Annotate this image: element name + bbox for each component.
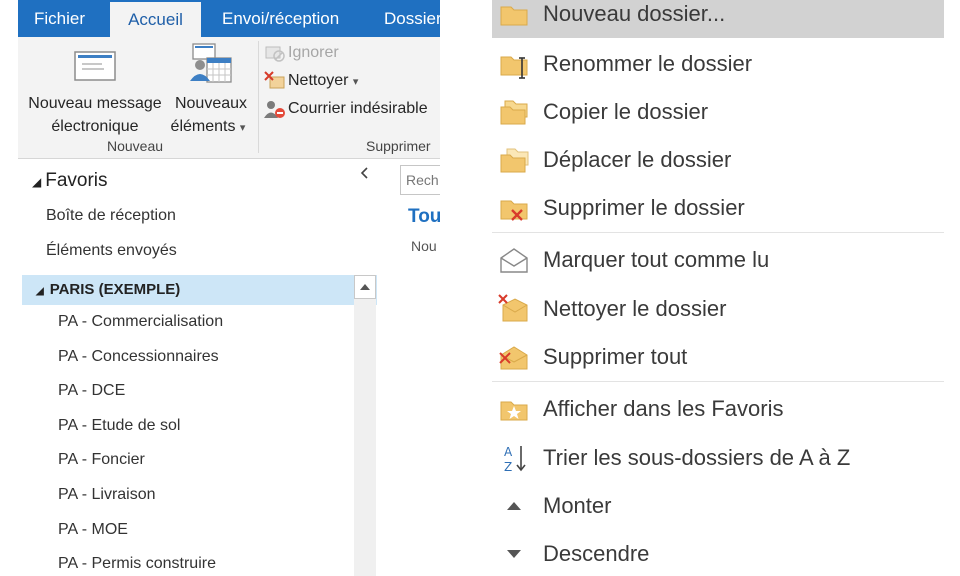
group-label-supprimer: Supprimer: [366, 138, 431, 154]
menu-item-label: Copier le dossier: [543, 99, 709, 124]
menu-item-copy-folder[interactable]: Copier le dossier: [492, 88, 944, 136]
favorites-icon: [500, 401, 528, 421]
message-list-pane: Rech Tou Nou: [382, 160, 440, 576]
delete-folder-icon: [500, 200, 528, 221]
sort-az-icon: A Z: [504, 445, 526, 474]
favorites-label: Favoris: [45, 170, 108, 191]
account-label: ◢ PARIS (EXEMPLE): [36, 275, 180, 307]
clean-folder-icon: [498, 294, 528, 322]
menu-item-clean-folder[interactable]: Nettoyer le dossier: [492, 285, 944, 333]
new-email-button[interactable]: Nouveau message électronique: [20, 41, 170, 137]
copy-folder-icon: [500, 100, 528, 125]
menu-item-label: Trier les sous-dossiers de A à Z: [543, 445, 851, 470]
ribbon-tab-bar: Fichier Accueil Envoi/réception Dossier: [18, 0, 440, 37]
menu-item-show-in-favorites[interactable]: Afficher dans les Favoris: [492, 385, 944, 433]
menu-item-new-folder[interactable]: Nouveau dossier...: [492, 0, 944, 38]
menu-item-label: Supprimer tout: [543, 344, 688, 369]
clean-icon: [264, 71, 285, 89]
menu-item-label: Nouveau dossier...: [543, 1, 726, 26]
account-row-selected[interactable]: ◢ PARIS (EXEMPLE): [22, 275, 377, 305]
favorites-header[interactable]: ◢ Favoris: [32, 170, 108, 192]
new-items-label-line2-wrap: éléments ▾: [168, 115, 248, 140]
folder-item[interactable]: PA - MOE: [58, 521, 128, 539]
triangle-down-icon: ◢: [32, 175, 42, 189]
scroll-up-button[interactable]: [354, 275, 376, 299]
folder-item[interactable]: PA - Foncier: [58, 451, 145, 469]
junk-mail-label: Courrier indésirable: [288, 100, 428, 117]
ignore-icon: [265, 46, 285, 62]
folder-item[interactable]: PA - Livraison: [58, 486, 156, 504]
menu-item-delete-all[interactable]: Supprimer tout: [492, 333, 944, 381]
triangle-down-icon: ◢: [36, 286, 44, 297]
menu-item-mark-all-read[interactable]: Marquer tout comme lu: [492, 236, 944, 284]
folder-pane: ◢ Favoris Boîte de réception Éléments env…: [18, 160, 382, 576]
account-name: PARIS (EXEMPLE): [49, 281, 181, 298]
folder-scrollbar[interactable]: [354, 275, 376, 576]
tab-fichier[interactable]: Fichier: [34, 0, 85, 37]
menu-item-label: Renommer le dossier: [543, 51, 753, 76]
ribbon-group-separator: [258, 41, 259, 153]
clean-label: Nettoyer ▾: [288, 69, 358, 94]
mark-read-icon: [500, 248, 528, 273]
menu-item-delete-folder[interactable]: Supprimer le dossier: [492, 184, 944, 232]
new-items-label-line1: Nouveaux: [174, 95, 248, 112]
new-items-label-line2: éléments: [170, 118, 236, 135]
new-items-button[interactable]: Nouveaux éléments ▾: [168, 41, 254, 137]
menu-item-label: Afficher dans les Favoris: [543, 396, 784, 421]
group-label-nouveau: Nouveau: [107, 138, 164, 154]
folder-sent[interactable]: Éléments envoyés: [46, 242, 177, 260]
menu-item-move-folder[interactable]: Déplacer le dossier: [492, 136, 944, 184]
folder-item[interactable]: PA - Etude de sol: [58, 417, 180, 435]
menu-item-label: Nettoyer le dossier: [543, 296, 727, 321]
screenshot-root: Fichier Accueil Envoi/réception Dossier …: [0, 0, 960, 576]
menu-separator: [492, 232, 944, 233]
menu-item-move-up[interactable]: Monter: [492, 482, 944, 530]
ribbon: Nouveau message électronique Nouveaux él…: [18, 37, 440, 159]
menu-item-label: Déplacer le dossier: [543, 147, 732, 172]
menu-item-label: Descendre: [543, 541, 650, 566]
svg-text:Z: Z: [504, 460, 512, 474]
ignore-label: Ignorer: [288, 44, 339, 61]
menu-item-label: Marquer tout comme lu: [543, 247, 770, 272]
delete-all-icon: [499, 346, 528, 370]
filter-all-tab[interactable]: Tou: [408, 206, 440, 228]
move-down-icon: [507, 550, 521, 558]
folder-item[interactable]: PA - DCE: [58, 382, 125, 400]
outlook-window: Fichier Accueil Envoi/réception Dossier …: [18, 0, 440, 576]
new-folder-icon: [500, 6, 528, 26]
menu-item-rename-folder[interactable]: Renommer le dossier: [492, 40, 944, 88]
svg-text:A: A: [504, 445, 513, 459]
folder-item[interactable]: PA - Commercialisation: [58, 313, 223, 331]
dropdown-arrow-icon: ▾: [352, 76, 359, 88]
clean-label-text: Nettoyer: [288, 72, 349, 89]
dropdown-arrow-icon: ▾: [239, 122, 246, 134]
folder-inbox[interactable]: Boîte de réception: [46, 207, 176, 225]
rename-folder-icon: [500, 56, 528, 79]
envelope-icon: [74, 51, 116, 81]
new-items-icon: [190, 43, 232, 83]
tab-accueil[interactable]: Accueil: [110, 2, 201, 37]
scroll-up-arrow-icon: [360, 284, 370, 290]
new-email-label-line2: électronique: [51, 118, 139, 135]
folder-item[interactable]: PA - Concessionnaires: [58, 348, 219, 366]
folder-item[interactable]: PA - Permis construire: [58, 555, 216, 573]
folder-context-menu: Nouveau dossier... Renommer le dossier C…: [492, 0, 944, 576]
filter-new-label: Nou: [411, 238, 437, 254]
move-folder-icon: [500, 148, 529, 173]
new-email-label-line1: Nouveau message: [28, 95, 162, 112]
junk-mail-icon: [264, 101, 285, 118]
move-up-icon: [507, 502, 521, 510]
collapse-pane-icon[interactable]: [358, 166, 372, 180]
menu-item-move-down[interactable]: Descendre: [492, 530, 944, 576]
tab-envoi-reception[interactable]: Envoi/réception: [222, 0, 339, 37]
menu-item-label: Monter: [543, 493, 612, 518]
search-input[interactable]: Rech: [400, 165, 440, 195]
menu-item-sort-az[interactable]: A Z Trier les sous-dossiers de A à Z: [492, 434, 944, 482]
menu-separator: [492, 381, 944, 382]
tab-dossier[interactable]: Dossier: [384, 0, 440, 37]
menu-item-label: Supprimer le dossier: [543, 195, 745, 220]
